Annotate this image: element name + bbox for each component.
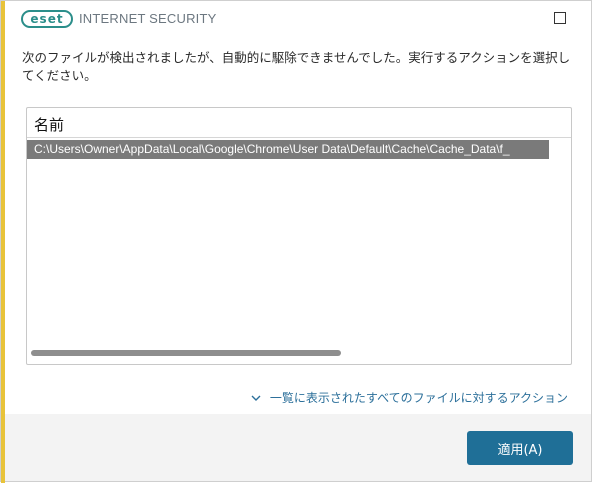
column-header-name[interactable]: 名前 [27,108,571,138]
all-files-actions-label: 一覧に表示されたすべてのファイルに対するアクション [269,391,568,405]
detection-message: 次のファイルが検出されましたが、自動的に駆除できませんでした。実行するアクション… [22,50,571,83]
accent-bar [1,1,5,483]
app-title: INTERNET SECURITY [79,11,217,26]
maximize-icon[interactable] [554,12,566,24]
apply-button[interactable]: 適用(A) [467,431,573,465]
eset-dialog-window: eset INTERNET SECURITY 次のファイルが検出されましたが、自… [0,0,592,483]
title-bar: eset INTERNET SECURITY [5,1,591,37]
detected-files-list[interactable]: 名前 C:\Users\Owner\AppData\Local\Google\C… [26,107,572,365]
horizontal-scrollbar[interactable] [31,350,341,356]
chevron-down-icon [251,395,261,401]
eset-logo: eset [21,10,73,28]
eset-logo-text: eset [30,12,64,26]
all-files-actions-link[interactable]: 一覧に表示されたすべてのファイルに対するアクション [250,389,568,406]
table-row[interactable]: C:\Users\Owner\AppData\Local\Google\Chro… [27,140,549,159]
